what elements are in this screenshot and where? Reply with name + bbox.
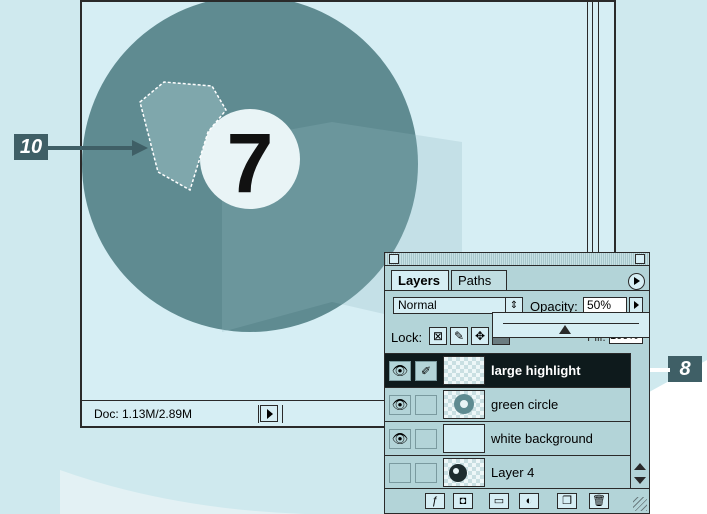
opacity-slider-track[interactable] xyxy=(503,323,639,324)
lock-image-button[interactable]: ✎ xyxy=(450,327,468,345)
visibility-toggle-empty[interactable] xyxy=(389,463,411,483)
palette-titlebar[interactable] xyxy=(385,253,649,266)
status-menu-button[interactable] xyxy=(260,405,278,422)
palette-menu-button[interactable] xyxy=(628,273,645,290)
layer-name: large highlight xyxy=(491,363,581,378)
scroll-up-arrow-icon[interactable] xyxy=(634,463,646,470)
eye-icon[interactable]: 👁 xyxy=(389,429,411,449)
status-divider xyxy=(282,405,283,423)
layer-row-white-background[interactable]: 👁 white background xyxy=(385,422,631,456)
layer-thumbnail xyxy=(443,458,485,487)
callout-8: 8 xyxy=(668,356,702,382)
lock-transparency-button[interactable]: ⊠ xyxy=(429,327,447,345)
blend-mode-value: Normal xyxy=(398,298,437,312)
resize-grip[interactable] xyxy=(633,497,647,511)
lock-label: Lock: xyxy=(391,330,423,345)
link-cell[interactable] xyxy=(415,395,437,415)
tab-paths[interactable]: Paths xyxy=(451,270,507,290)
layers-list: 👁 ✐ large highlight 👁 green circle 👁 whi… xyxy=(385,353,631,490)
callout-10: 10 xyxy=(14,134,48,160)
layer-mask-button[interactable]: ◘ xyxy=(453,493,473,509)
layer-thumbnail xyxy=(443,390,485,419)
palette-bottom-bar: ƒ ◘ ▭ ◐ ❐ 🗑 xyxy=(385,488,649,513)
layer-row-large-highlight[interactable]: 👁 ✐ large highlight xyxy=(385,354,631,388)
link-cell[interactable] xyxy=(415,463,437,483)
new-layer-button[interactable]: ❐ xyxy=(557,493,577,509)
scroll-down-arrow-icon[interactable] xyxy=(634,477,646,484)
layers-scrollbar[interactable] xyxy=(630,353,649,489)
layer-name: green circle xyxy=(491,397,559,412)
tab-divider xyxy=(385,290,649,291)
trash-icon[interactable]: 🗑 xyxy=(589,493,609,509)
eye-icon[interactable]: 👁 xyxy=(389,395,411,415)
adjustment-layer-button[interactable]: ◐ xyxy=(519,493,539,509)
new-layer-set-button[interactable]: ▭ xyxy=(489,493,509,509)
layer-row-layer-4[interactable]: Layer 4 xyxy=(385,456,631,490)
layer-name: white background xyxy=(491,431,593,446)
eye-icon[interactable]: 👁 xyxy=(389,361,411,381)
lock-position-button[interactable]: ✥ xyxy=(471,327,489,345)
layers-palette: Layers Paths Normal ⇕ Opacity: 50% Lock:… xyxy=(384,252,650,514)
brush-icon[interactable]: ✐ xyxy=(415,361,437,381)
callout-10-arrow-icon xyxy=(48,140,148,156)
palette-collapse-box[interactable] xyxy=(635,254,645,264)
opacity-slider-thumb[interactable] xyxy=(559,325,571,334)
ball-number: 7 xyxy=(227,116,274,210)
layer-style-button[interactable]: ƒ xyxy=(425,493,445,509)
opacity-slider-popup[interactable] xyxy=(492,312,650,338)
layer-thumbnail xyxy=(443,424,485,453)
layer-thumbnail xyxy=(443,356,485,385)
select-arrows-icon: ⇕ xyxy=(505,298,522,313)
link-cell[interactable] xyxy=(415,429,437,449)
doc-size-status: Doc: 1.13M/2.89M xyxy=(94,407,193,421)
status-divider xyxy=(258,405,259,423)
tab-layers[interactable]: Layers xyxy=(391,270,449,290)
palette-close-box[interactable] xyxy=(389,254,399,264)
layer-row-green-circle[interactable]: 👁 green circle xyxy=(385,388,631,422)
layer-name: Layer 4 xyxy=(491,465,535,480)
